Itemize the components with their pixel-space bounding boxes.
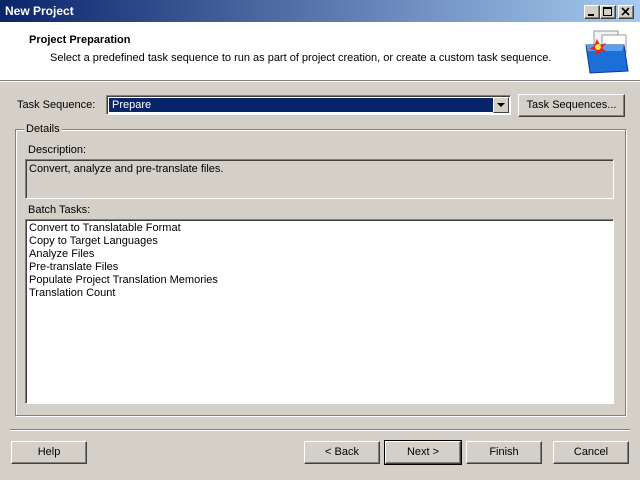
minimize-icon	[588, 14, 594, 16]
list-item[interactable]: Pre-translate Files	[29, 261, 610, 274]
details-label: Details	[24, 123, 62, 135]
header-divider	[0, 81, 640, 82]
task-sequence-selected: Prepare	[108, 97, 494, 113]
maximize-icon	[603, 7, 612, 16]
task-sequences-button[interactable]: Task Sequences...	[518, 94, 625, 117]
close-button[interactable]	[618, 5, 634, 19]
list-item[interactable]: Convert to Translatable Format	[29, 222, 610, 235]
chevron-down-icon	[497, 103, 505, 107]
cancel-button[interactable]: Cancel	[553, 441, 629, 464]
description-field: Convert, analyze and pre-translate files…	[25, 159, 614, 199]
title-bar[interactable]: New Project	[0, 0, 640, 22]
list-item[interactable]: Analyze Files	[29, 248, 610, 261]
page-title: Project Preparation	[29, 34, 131, 46]
wizard-header: Project Preparation Select a predefined …	[0, 22, 640, 81]
list-item[interactable]: Populate Project Translation Memories	[29, 274, 610, 287]
batch-tasks-label: Batch Tasks:	[28, 204, 91, 216]
back-button[interactable]: < Back	[304, 441, 380, 464]
footer-divider	[10, 429, 630, 431]
list-item[interactable]: Translation Count	[29, 287, 610, 300]
window-title: New Project	[5, 4, 74, 18]
task-sequence-label: Task Sequence:	[17, 99, 96, 111]
list-item[interactable]: Copy to Target Languages	[29, 235, 610, 248]
close-icon	[621, 7, 630, 16]
next-button[interactable]: Next >	[384, 440, 462, 465]
page-subtitle: Select a predefined task sequence to run…	[50, 52, 552, 64]
help-button[interactable]: Help	[11, 441, 87, 464]
maximize-button[interactable]	[600, 5, 616, 19]
description-label: Description:	[28, 144, 87, 156]
task-sequence-dropdown[interactable]: Prepare	[106, 95, 511, 115]
minimize-button[interactable]	[584, 5, 600, 19]
dropdown-button[interactable]	[493, 97, 509, 113]
batch-tasks-list[interactable]: Convert to Translatable Format Copy to T…	[25, 219, 614, 404]
new-project-window: New Project Project Preparation Select a…	[0, 0, 640, 480]
finish-button[interactable]: Finish	[466, 441, 542, 464]
project-box-icon	[585, 30, 629, 74]
